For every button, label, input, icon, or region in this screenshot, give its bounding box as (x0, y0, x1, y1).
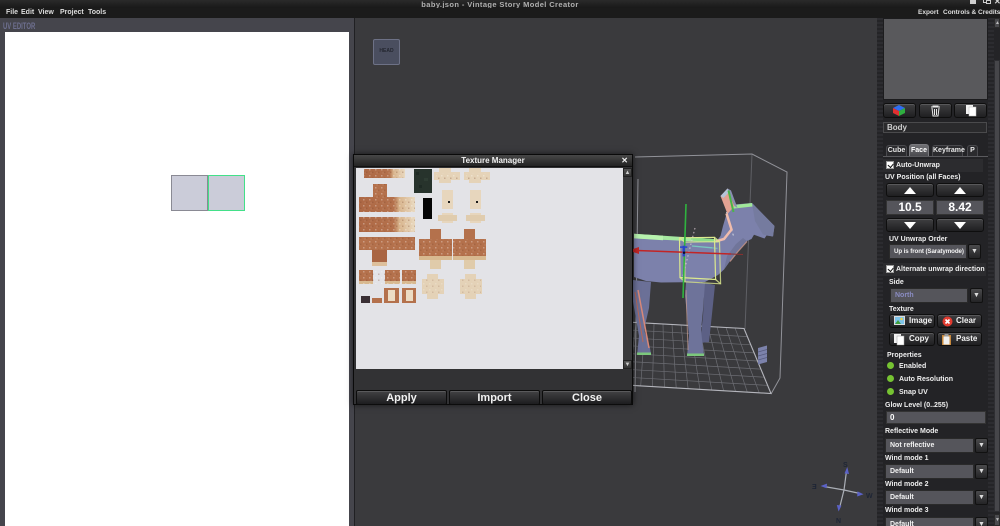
svg-text:S: S (843, 462, 848, 469)
svg-text:Ǝ: Ǝ (812, 484, 817, 491)
svg-text:N: N (836, 518, 841, 525)
svg-text:W: W (866, 493, 873, 500)
